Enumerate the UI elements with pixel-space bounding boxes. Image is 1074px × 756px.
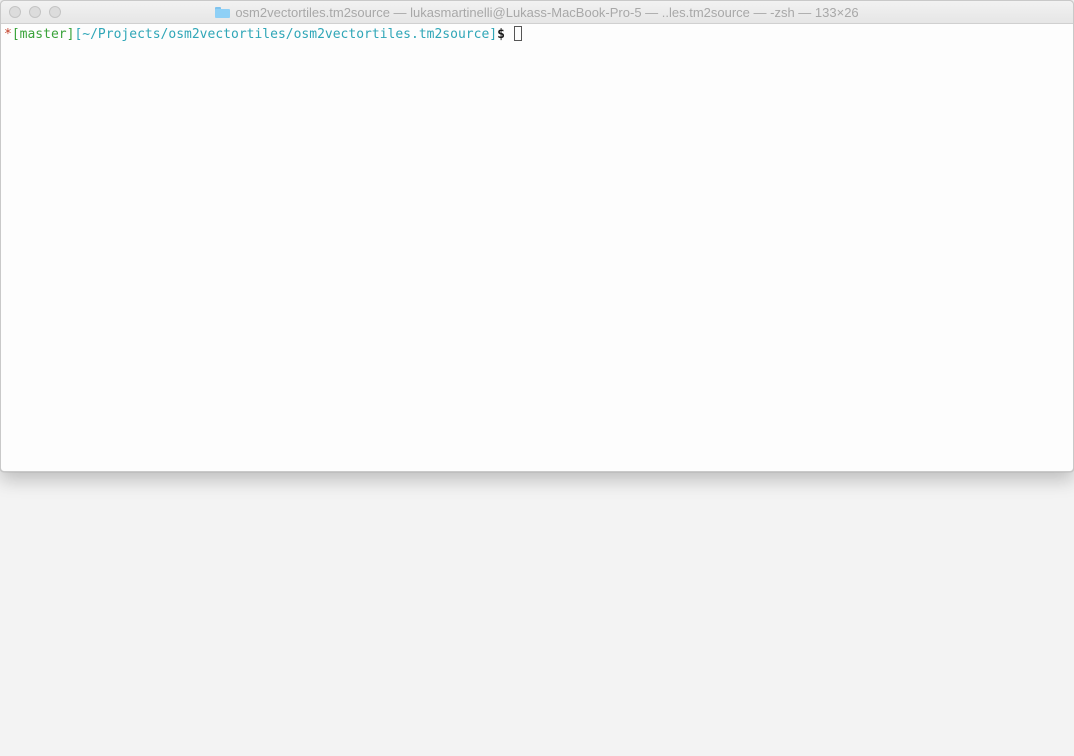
branch-open-bracket: [ [11,27,20,42]
title-bar[interactable]: osm2vectortiles.tm2source — lukasmartine… [1,1,1073,24]
git-branch: master [19,27,67,42]
folder-icon [215,7,231,18]
terminal-window: osm2vectortiles.tm2source — lukasmartine… [0,0,1074,472]
desktop: osm2vectortiles.tm2source — lukasmartine… [0,0,1074,756]
window-title-area: osm2vectortiles.tm2source — lukasmartine… [1,1,1073,23]
git-dirty-marker: * [4,27,12,42]
text-cursor [513,26,522,41]
terminal-content[interactable]: *[master][~/Projects/osm2vectortiles/osm… [1,24,1073,44]
window-title: osm2vectortiles.tm2source — lukasmartine… [235,4,859,20]
working-directory: [~/Projects/osm2vectortiles/osm2vectorti… [74,27,498,42]
prompt-symbol: $ [497,27,505,42]
